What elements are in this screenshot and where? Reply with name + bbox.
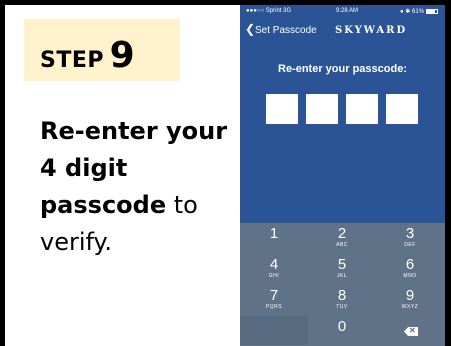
passcode-prompt: Re-enter your passcode: — [278, 63, 407, 75]
key-5[interactable]: 5 JKL — [308, 254, 376, 283]
key-0[interactable]: 0 — [308, 316, 376, 345]
instruction-line-4: verify. — [40, 228, 112, 256]
key-letters: WXYZ — [401, 304, 419, 310]
key-number: 4 — [269, 256, 279, 273]
key-3[interactable]: 3 DEF — [376, 223, 444, 252]
key-letters: MNO — [403, 273, 417, 279]
key-number: 8 — [337, 287, 347, 304]
frame-border-left — [0, 0, 5, 346]
passcode-digit-box[interactable] — [266, 94, 298, 124]
backspace-x: ✕ — [409, 326, 416, 335]
key-letters: TUV — [336, 304, 348, 310]
carrier-signal: ●●●○○ Sprint 3G — [246, 8, 292, 14]
key-letters: GHI — [268, 273, 280, 279]
key-2[interactable]: 2 ABC — [308, 223, 376, 252]
key-number: 1 — [269, 225, 279, 242]
key-blank — [240, 316, 308, 345]
passcode-digit-box[interactable] — [306, 94, 338, 124]
instruction-line-1: Re-enter your — [40, 117, 228, 145]
key-number: 6 — [405, 256, 415, 273]
passcode-digit-box[interactable] — [346, 94, 378, 124]
instruction-line-3-tail: to — [166, 191, 198, 219]
back-button[interactable]: Set Passcode — [255, 25, 317, 36]
instructions-text: Re-enter your 4 digit passcode to verify… — [40, 113, 230, 261]
key-8[interactable]: 8 TUV — [308, 285, 376, 314]
phone-screenshot: ●●●○○ Sprint 3G 9:28 AM ● ✱ 61% ❮ Set Pa… — [240, 5, 445, 346]
battery-fill — [427, 10, 435, 13]
key-number: 3 — [405, 225, 415, 242]
key-7[interactable]: 7 PQRS — [240, 285, 308, 314]
key-6[interactable]: 6 MNO — [376, 254, 444, 283]
step-word: STEP — [40, 48, 105, 73]
passcode-digit-box[interactable] — [386, 94, 418, 124]
key-letters: PQRS — [265, 304, 283, 310]
slide: STEP 9 Re-enter your 4 digit passcode to… — [0, 0, 451, 346]
key-4[interactable]: 4 GHI — [240, 254, 308, 283]
status-bar: ●●●○○ Sprint 3G 9:28 AM ● ✱ 61% — [240, 5, 445, 18]
frame-border-right — [445, 0, 451, 346]
nav-bar: ❮ Set Passcode SKYWARD — [240, 19, 445, 41]
key-letters: ABC — [336, 242, 348, 248]
key-number: 5 — [337, 256, 347, 273]
instruction-line-3-bold: passcode — [40, 191, 167, 219]
key-letters: JKL — [336, 273, 348, 279]
key-9[interactable]: 9 WXYZ — [376, 285, 444, 314]
instruction-line-2: 4 digit — [40, 154, 128, 182]
chevron-left-icon[interactable]: ❮ — [245, 23, 255, 35]
key-number: 2 — [337, 225, 347, 242]
step-number: 9 — [109, 35, 135, 76]
key-letters: DEF — [404, 242, 416, 248]
status-time: 9:28 AM — [336, 8, 359, 14]
skyward-logo: SKYWARD — [335, 25, 408, 36]
key-number: 0 — [337, 318, 347, 335]
step-label: STEP 9 — [40, 38, 135, 74]
battery-percent: ● ✱ 61% — [400, 9, 424, 15]
numeric-keypad: 1 2 ABC 3 DEF 4 GHI 5 JKL 6 MNO 7 PQRS 8 TUV 9W… — [240, 223, 445, 346]
delete-key[interactable]: ✕ — [376, 316, 444, 345]
key-number: 7 — [269, 287, 279, 304]
key-1[interactable]: 1 — [240, 223, 308, 252]
key-number: 9 — [405, 287, 415, 304]
